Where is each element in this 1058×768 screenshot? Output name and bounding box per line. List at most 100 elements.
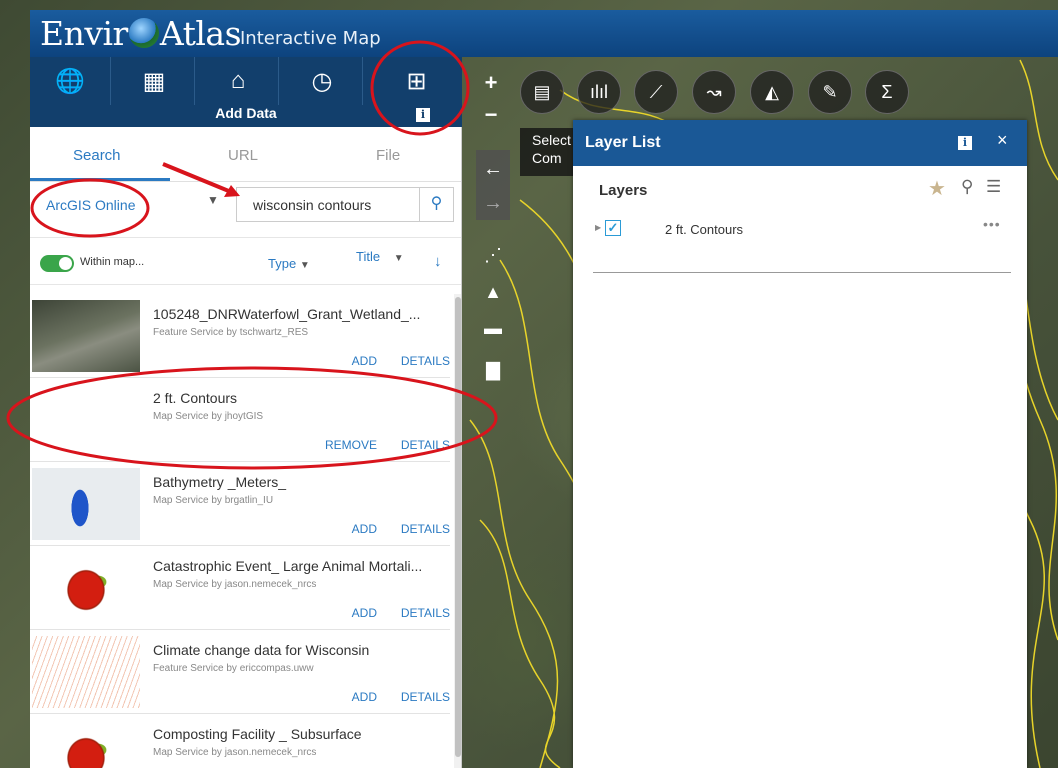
caret-down-icon[interactable]: ▼ — [207, 193, 219, 207]
data-grid-tool[interactable]: ▦ — [114, 57, 195, 105]
tab-search[interactable]: Search — [73, 147, 121, 164]
elevation-widget-button[interactable]: ◭ — [750, 70, 794, 114]
draw-widget-button[interactable]: ✎ — [808, 70, 852, 114]
within-map-toggle[interactable] — [40, 255, 74, 272]
measure-widget-button[interactable]: ⟋ — [634, 70, 678, 114]
tab-file[interactable]: File — [376, 147, 400, 164]
expand-caret-icon[interactable]: ▶ — [595, 223, 601, 232]
result-title[interactable]: 2 ft. Contours — [153, 390, 237, 406]
active-tab-indicator — [30, 178, 170, 181]
result-thumbnail — [32, 720, 140, 768]
house-check-icon: ⌂ — [230, 67, 246, 94]
layers-icon: ▤ — [533, 81, 551, 102]
globe-plus-icon: 🌐 — [55, 67, 85, 95]
elevation-icon: ◭ — [765, 81, 779, 102]
add-button[interactable]: ADD — [352, 354, 377, 368]
toggle-label: Within map... — [80, 256, 145, 268]
result-title[interactable]: Catastrophic Event_ Large Animal Mortali… — [153, 558, 422, 574]
contour-line — [469, 419, 559, 768]
search-input[interactable] — [237, 188, 419, 221]
sum-icon: Σ — [881, 81, 893, 102]
app-logo: Envir Atlas — [40, 14, 242, 53]
result-subtitle: Map Service by jhoytGIS — [153, 411, 264, 422]
zoom-out-button[interactable]: − — [478, 102, 504, 128]
contour-line — [479, 519, 561, 768]
filter-icon[interactable]: ☰ — [986, 177, 1001, 197]
previous-extent-icon[interactable]: ← — [476, 152, 510, 186]
type-select[interactable]: Type ▼ — [268, 256, 310, 271]
layers-widget-button[interactable]: ▤ — [520, 70, 564, 114]
caret-down-icon: ▼ — [393, 253, 404, 264]
navigation-strip: ← → — [476, 150, 510, 220]
active-tool-label: Add Data — [215, 105, 277, 121]
details-button[interactable]: DETAILS — [401, 354, 450, 368]
search-icon: ⚲ — [430, 195, 443, 212]
add-button[interactable]: ADD — [352, 522, 377, 536]
result-item: Climate change data for Wisconsin Feature… — [30, 630, 450, 714]
search-box: ⚲ — [236, 187, 454, 222]
close-icon[interactable]: × — [997, 130, 1008, 151]
next-extent-icon[interactable]: → — [476, 186, 510, 220]
layer-name: 2 ft. Contours — [665, 222, 744, 237]
more-options-icon[interactable]: ••• — [983, 216, 1001, 232]
result-item: Bathymetry _Meters_ Map Service by brgatl… — [30, 462, 450, 546]
result-subtitle: Feature Service by ericcompas.uww — [153, 663, 314, 674]
details-button[interactable]: DETAILS — [401, 606, 450, 620]
result-thumbnail — [32, 468, 140, 540]
add-data-tool[interactable]: ⊞ — [376, 57, 457, 105]
results-list: 105248_DNRWaterfowl_Grant_Wetland_... Fea… — [30, 294, 450, 768]
result-subtitle: Feature Service by tschwartz_RES — [153, 327, 309, 338]
app-header: Envir Atlas Interactive Map — [30, 10, 1058, 57]
result-thumbnail — [32, 384, 140, 456]
search-icon[interactable]: ⚲ — [961, 177, 973, 197]
chart-widget-button[interactable]: ılıl — [577, 70, 621, 114]
app-subtitle: Interactive Map — [240, 28, 381, 49]
zoom-in-button[interactable]: + — [478, 70, 504, 96]
add-button[interactable]: ADD — [352, 690, 377, 704]
result-item: Catastrophic Event_ Large Animal Mortali… — [30, 546, 450, 630]
result-subtitle: Map Service by jason.nemecek_nrcs — [153, 747, 317, 758]
add-data-panel: Search URL File ArcGIS Online ▼ ⚲ Within… — [30, 127, 462, 768]
sum-widget-button[interactable]: Σ — [865, 70, 909, 114]
alaska-region-icon[interactable]: ▲ — [478, 282, 508, 304]
time-tool[interactable]: ◷ — [282, 57, 363, 105]
result-item: 105248_DNRWaterfowl_Grant_Wetland_... Fea… — [30, 294, 450, 378]
result-item: Composting Facility _ Subsurface Map Serv… — [30, 714, 450, 768]
search-button[interactable]: ⚲ — [419, 188, 453, 221]
chart-icon: ılıl — [590, 81, 608, 102]
result-item: 2 ft. Contours Map Service by jhoytGIS REM… — [30, 378, 450, 462]
add-button[interactable]: ADD — [352, 606, 377, 620]
layer-list-header: Layer List i × — [573, 120, 1027, 166]
hawaii-region-icon[interactable]: ⋰ — [478, 245, 508, 267]
remove-button[interactable]: REMOVE — [325, 438, 377, 452]
result-thumbnail — [32, 300, 140, 372]
puerto-rico-region-icon[interactable]: ▬ — [478, 318, 508, 340]
tab-url[interactable]: URL — [228, 147, 258, 164]
globe-icon — [128, 18, 159, 48]
conus-region-icon[interactable]: ▇ — [478, 360, 508, 382]
layers-heading: Layers — [599, 182, 648, 199]
clock-icon: ◷ — [311, 67, 333, 95]
layer-visibility-checkbox[interactable]: ✓ — [605, 220, 621, 236]
result-title[interactable]: 105248_DNRWaterfowl_Grant_Wetland_... — [153, 306, 420, 322]
filter-bar: Within map... Type ▼ Title ▼ ↓ — [30, 237, 461, 285]
details-button[interactable]: DETAILS — [401, 690, 450, 704]
sort-select[interactable]: Title ▼ — [356, 249, 404, 264]
result-title[interactable]: Bathymetry _Meters_ — [153, 474, 286, 490]
home-check-tool[interactable]: ⌂ — [198, 57, 279, 105]
result-title[interactable]: Climate change data for Wisconsin — [153, 642, 369, 658]
details-button[interactable]: DETAILS — [401, 522, 450, 536]
result-title[interactable]: Composting Facility _ Subsurface — [153, 726, 362, 742]
star-icon[interactable]: ★ — [928, 176, 946, 201]
scrollbar-thumb[interactable] — [455, 297, 461, 757]
details-button[interactable]: DETAILS — [401, 438, 450, 452]
info-icon[interactable]: i — [416, 108, 430, 122]
result-thumbnail — [32, 552, 140, 624]
info-icon[interactable]: i — [958, 136, 972, 150]
source-select[interactable]: ArcGIS Online — [46, 197, 135, 213]
add-area-tool[interactable]: 🌐 — [30, 57, 111, 105]
add-data-icon: ⊞ — [406, 67, 427, 95]
layer-list-panel: Layer List i × Layers ★ ⚲ ☰ ▶ ✓ 2 ft. Co… — [573, 120, 1027, 768]
sort-direction-icon[interactable]: ↓ — [434, 253, 442, 270]
route-widget-button[interactable]: ↝ — [692, 70, 736, 114]
